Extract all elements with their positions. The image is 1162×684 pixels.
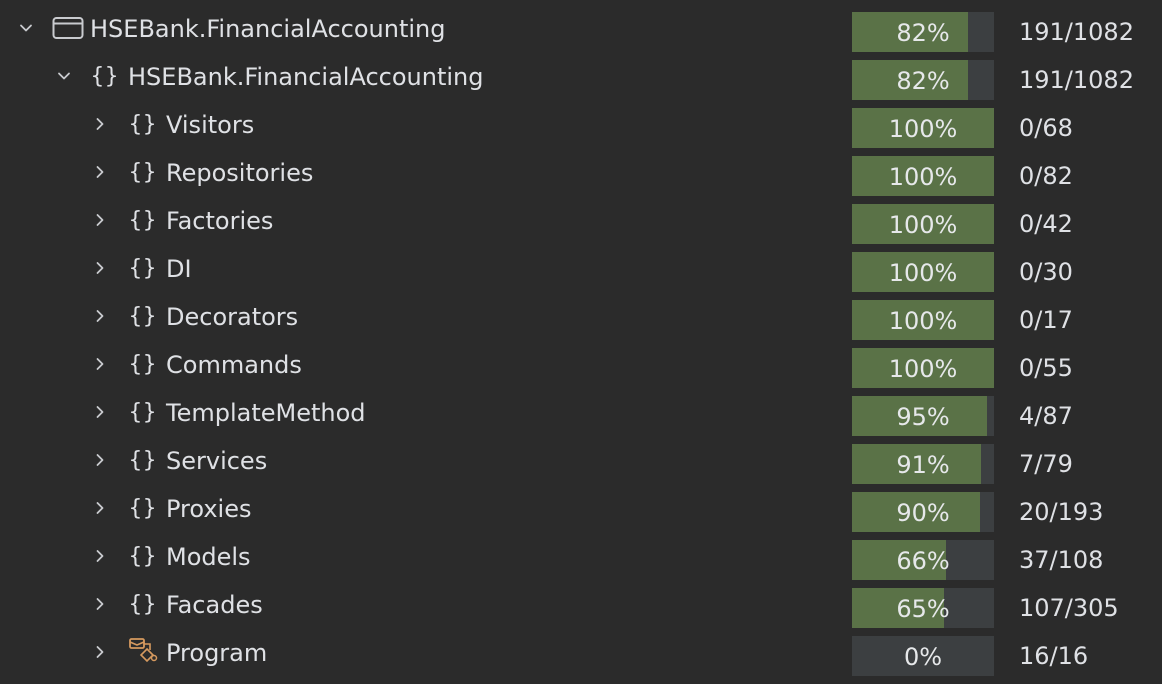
- coverage-bar: 66%: [852, 540, 994, 580]
- uncovered-count: 7/79: [1019, 450, 1073, 478]
- coverage-tree: HSEBank.FinancialAccounting 82% 191/1082{}…: [0, 0, 1162, 684]
- namespace-icon: {}: [128, 111, 158, 137]
- tree-row[interactable]: {} Services 91% 7/79: [0, 436, 1162, 484]
- chevron-right-icon[interactable]: [88, 160, 112, 184]
- chevron-right-icon[interactable]: [88, 208, 112, 232]
- node-name: Factories: [166, 207, 274, 235]
- tree-row[interactable]: {} DI 100% 0/30: [0, 244, 1162, 292]
- coverage-bar: 100%: [852, 348, 994, 388]
- coverage-bar: 0%: [852, 636, 994, 676]
- tree-row[interactable]: HSEBank.FinancialAccounting 82% 191/1082: [0, 4, 1162, 52]
- node-name: Proxies: [166, 495, 252, 523]
- uncovered-count: 0/17: [1019, 306, 1073, 334]
- coverage-percent: 100%: [888, 115, 958, 143]
- tree-row[interactable]: {} Facades 65% 107/305: [0, 580, 1162, 628]
- chevron-right-icon[interactable]: [88, 112, 112, 136]
- uncovered-count: 191/1082: [1019, 66, 1134, 94]
- coverage-bar: 91%: [852, 444, 994, 484]
- tree-row[interactable]: {} Proxies 90% 20/193: [0, 484, 1162, 532]
- tree-row[interactable]: {} Models 66% 37/108: [0, 532, 1162, 580]
- chevron-down-icon[interactable]: [52, 64, 76, 88]
- coverage-percent: 0%: [903, 643, 943, 671]
- namespace-icon: {}: [128, 303, 158, 329]
- coverage-percent: 90%: [896, 499, 950, 527]
- node-name: HSEBank.FinancialAccounting: [128, 63, 484, 91]
- chevron-right-icon[interactable]: [88, 352, 112, 376]
- tree-row[interactable]: {} Visitors 100% 0/68: [0, 100, 1162, 148]
- tree-row[interactable]: {} Repositories 100% 0/82: [0, 148, 1162, 196]
- coverage-percent: 100%: [888, 163, 958, 191]
- node-name: Repositories: [166, 159, 314, 187]
- uncovered-count: 191/1082: [1019, 18, 1134, 46]
- coverage-bar: 100%: [852, 156, 994, 196]
- node-name: HSEBank.FinancialAccounting: [90, 15, 446, 43]
- coverage-bar: 90%: [852, 492, 994, 532]
- uncovered-count: 37/108: [1019, 546, 1104, 574]
- uncovered-count: 0/55: [1019, 354, 1073, 382]
- chevron-right-icon[interactable]: [88, 400, 112, 424]
- node-name: Commands: [166, 351, 302, 379]
- tree-row[interactable]: {} Factories 100% 0/42: [0, 196, 1162, 244]
- uncovered-count: 0/30: [1019, 258, 1073, 286]
- node-name: Visitors: [166, 111, 255, 139]
- uncovered-count: 20/193: [1019, 498, 1104, 526]
- node-name: Decorators: [166, 303, 299, 331]
- coverage-percent: 66%: [896, 547, 950, 575]
- coverage-percent: 82%: [896, 19, 950, 47]
- namespace-icon: {}: [128, 351, 158, 377]
- namespace-icon: {}: [128, 255, 158, 281]
- namespace-icon: {}: [128, 495, 158, 521]
- coverage-bar: 100%: [852, 108, 994, 148]
- tree-row[interactable]: {} Decorators 100% 0/17: [0, 292, 1162, 340]
- namespace-icon: {}: [128, 207, 158, 233]
- coverage-percent: 100%: [888, 355, 958, 383]
- namespace-icon: {}: [128, 399, 158, 425]
- chevron-right-icon[interactable]: [88, 640, 112, 664]
- coverage-percent: 95%: [896, 403, 950, 431]
- uncovered-count: 0/82: [1019, 162, 1073, 190]
- namespace-icon: {}: [128, 159, 158, 185]
- coverage-percent: 65%: [896, 595, 950, 623]
- tree-row[interactable]: Program 0% 16/16: [0, 628, 1162, 676]
- coverage-bar: 100%: [852, 300, 994, 340]
- chevron-right-icon[interactable]: [88, 592, 112, 616]
- coverage-percent: 100%: [888, 259, 958, 287]
- namespace-icon: {}: [90, 63, 120, 89]
- node-name: Services: [166, 447, 268, 475]
- uncovered-count: 4/87: [1019, 402, 1073, 430]
- uncovered-count: 107/305: [1019, 594, 1119, 622]
- coverage-percent: 100%: [888, 211, 958, 239]
- chevron-right-icon[interactable]: [88, 544, 112, 568]
- coverage-percent: 91%: [896, 451, 950, 479]
- uncovered-count: 0/42: [1019, 210, 1073, 238]
- uncovered-count: 16/16: [1019, 642, 1089, 670]
- node-name: Models: [166, 543, 251, 571]
- tree-row[interactable]: {} TemplateMethod 95% 4/87: [0, 388, 1162, 436]
- node-name: Facades: [166, 591, 263, 619]
- node-name: DI: [166, 255, 192, 283]
- class-program-icon: [128, 636, 160, 664]
- chevron-right-icon[interactable]: [88, 304, 112, 328]
- node-name: TemplateMethod: [166, 399, 366, 427]
- coverage-bar: 65%: [852, 588, 994, 628]
- chevron-right-icon[interactable]: [88, 448, 112, 472]
- coverage-bar: 100%: [852, 204, 994, 244]
- coverage-bar: 82%: [852, 60, 994, 100]
- namespace-icon: {}: [128, 543, 158, 569]
- namespace-icon: {}: [128, 591, 158, 617]
- chevron-right-icon[interactable]: [88, 496, 112, 520]
- chevron-down-icon[interactable]: [14, 16, 38, 40]
- coverage-percent: 100%: [888, 307, 958, 335]
- coverage-percent: 82%: [896, 67, 950, 95]
- namespace-icon: {}: [128, 447, 158, 473]
- node-name: Program: [166, 639, 268, 667]
- project-window-icon: [52, 14, 84, 42]
- chevron-right-icon[interactable]: [88, 256, 112, 280]
- tree-row[interactable]: {} HSEBank.FinancialAccounting 82% 191/1082: [0, 52, 1162, 100]
- coverage-bar: 82%: [852, 12, 994, 52]
- uncovered-count: 0/68: [1019, 114, 1073, 142]
- coverage-bar: 95%: [852, 396, 994, 436]
- tree-row[interactable]: {} Commands 100% 0/55: [0, 340, 1162, 388]
- coverage-bar: 100%: [852, 252, 994, 292]
